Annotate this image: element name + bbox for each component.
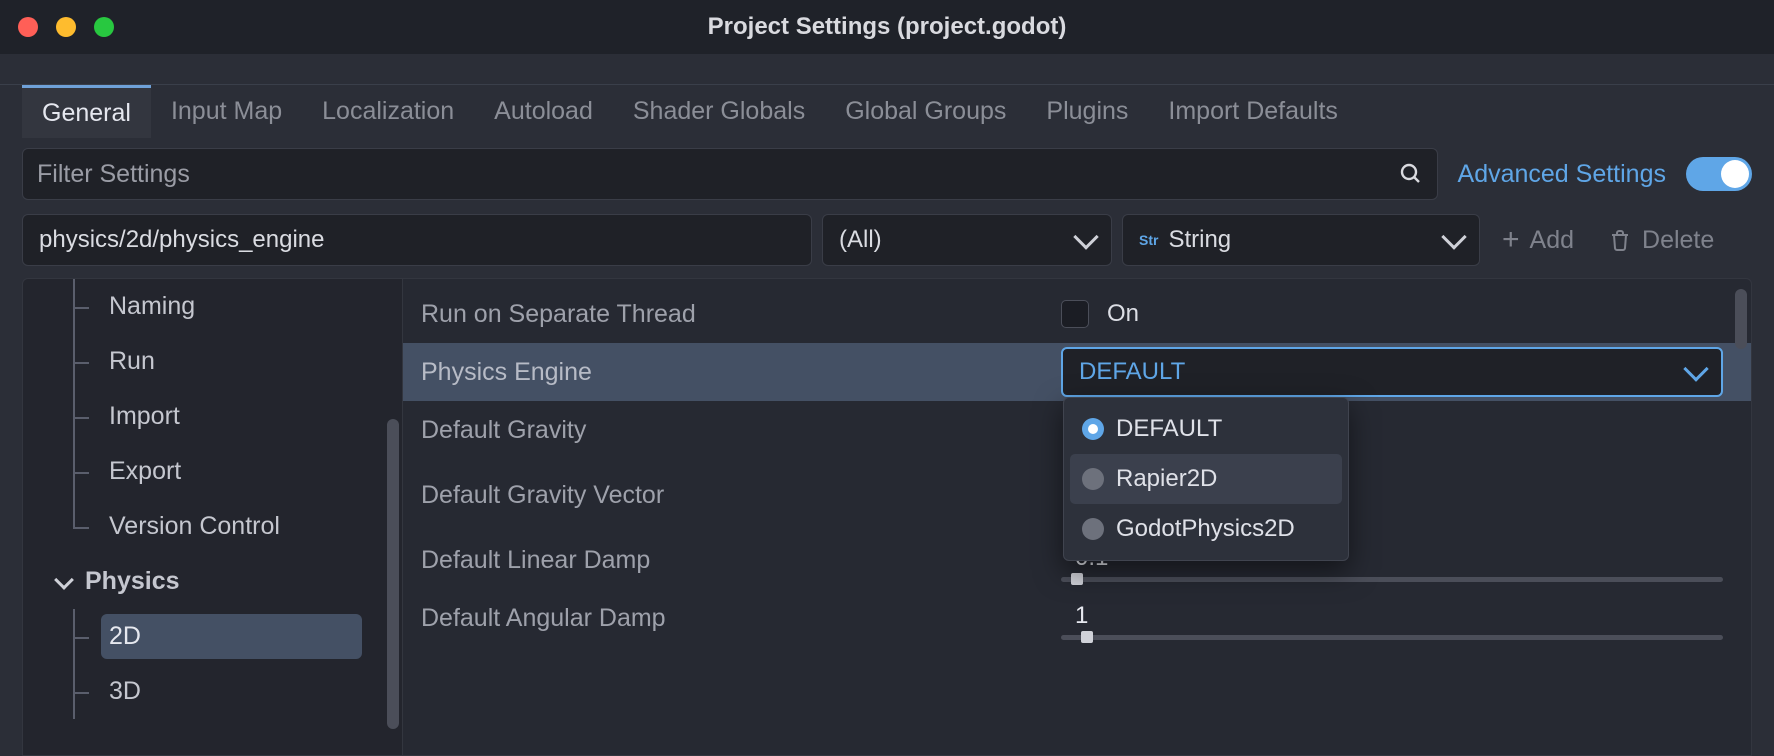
- delete-button[interactable]: Delete: [1596, 214, 1726, 266]
- tab-import-defaults[interactable]: Import Defaults: [1148, 85, 1358, 138]
- option-label: GodotPhysics2D: [1116, 515, 1295, 543]
- property-path-value: physics/2d/physics_engine: [39, 226, 325, 254]
- fullscreen-window-button[interactable]: [94, 17, 114, 37]
- prop-run-on-separate-thread: Run on Separate Thread On: [403, 285, 1751, 343]
- window-title: Project Settings (project.godot): [0, 13, 1774, 41]
- tab-input-map[interactable]: Input Map: [151, 85, 302, 138]
- filter-row: Filter Settings Advanced Settings: [0, 138, 1774, 208]
- chevron-down-icon: [1683, 356, 1708, 381]
- sidebar-item-physics-2d[interactable]: 2D: [23, 609, 402, 664]
- physics-engine-dropdown[interactable]: DEFAULT: [1061, 347, 1723, 397]
- sidebar-item-run[interactable]: Run: [23, 334, 402, 389]
- advanced-settings-toggle[interactable]: [1686, 157, 1752, 191]
- tab-general[interactable]: General: [22, 85, 151, 138]
- scope-value: (All): [839, 226, 882, 254]
- chevron-down-icon: [54, 570, 74, 590]
- delete-label: Delete: [1642, 226, 1714, 255]
- sidebar-item-import[interactable]: Import: [23, 389, 402, 444]
- prop-default-angular-damp: Default Angular Damp 1: [403, 589, 1751, 647]
- run-on-separate-thread-checkbox[interactable]: [1061, 300, 1089, 328]
- content-split: Movie Writer Naming Run Import Export Ve…: [0, 278, 1774, 756]
- sidebar-category-physics[interactable]: Physics: [23, 554, 402, 609]
- property-path-field[interactable]: physics/2d/physics_engine: [22, 214, 812, 266]
- sidebar-scrollbar[interactable]: [387, 419, 399, 729]
- tab-global-groups[interactable]: Global Groups: [825, 85, 1026, 138]
- option-godotphysics2d[interactable]: GodotPhysics2D: [1070, 504, 1342, 554]
- property-panel: Run on Separate Thread On Physics Engine…: [403, 278, 1752, 756]
- add-label: Add: [1530, 226, 1574, 255]
- scope-dropdown[interactable]: (All): [822, 214, 1112, 266]
- chevron-down-icon: [1441, 224, 1466, 249]
- sidebar-item-naming[interactable]: Naming: [23, 279, 402, 334]
- prop-physics-engine: Physics Engine DEFAULT: [403, 343, 1751, 401]
- chevron-down-icon: [1073, 224, 1098, 249]
- option-label: DEFAULT: [1116, 415, 1222, 443]
- close-window-button[interactable]: [18, 17, 38, 37]
- tab-plugins[interactable]: Plugins: [1026, 85, 1148, 138]
- sidebar-item-physics-3d[interactable]: 3D: [23, 664, 402, 719]
- category-sidebar: Movie Writer Naming Run Import Export Ve…: [22, 278, 403, 756]
- angular-damp-slider[interactable]: [1061, 635, 1723, 640]
- minimize-window-button[interactable]: [56, 17, 76, 37]
- radio-icon: [1082, 418, 1104, 440]
- window-controls: [0, 17, 114, 37]
- option-label: Rapier2D: [1116, 465, 1217, 493]
- angular-damp-value: 1: [1075, 602, 1723, 630]
- titlebar: Project Settings (project.godot): [0, 0, 1774, 54]
- physics-engine-options-popup: DEFAULT Rapier2D GodotPhysics2D: [1063, 397, 1349, 561]
- trash-icon: [1608, 228, 1632, 252]
- tab-shader-globals[interactable]: Shader Globals: [613, 85, 825, 138]
- plus-icon: +: [1502, 223, 1520, 257]
- property-panel-scrollbar[interactable]: [1735, 289, 1747, 349]
- slider-thumb[interactable]: [1071, 573, 1083, 585]
- checkbox-label: On: [1107, 300, 1139, 328]
- type-badge: Str: [1139, 232, 1158, 248]
- sidebar-item-export[interactable]: Export: [23, 444, 402, 499]
- physics-engine-value: DEFAULT: [1079, 358, 1185, 386]
- option-default[interactable]: DEFAULT: [1070, 404, 1342, 454]
- type-value: String: [1168, 226, 1231, 254]
- settings-tabs: General Input Map Localization Autoload …: [0, 84, 1774, 138]
- option-rapier2d[interactable]: Rapier2D: [1070, 454, 1342, 504]
- tab-autoload[interactable]: Autoload: [474, 85, 613, 138]
- filter-placeholder: Filter Settings: [37, 160, 190, 189]
- radio-icon: [1082, 468, 1104, 490]
- toggle-knob: [1721, 160, 1749, 188]
- slider-thumb[interactable]: [1081, 631, 1093, 643]
- advanced-settings-label: Advanced Settings: [1458, 160, 1666, 189]
- category-tree: Movie Writer Naming Run Import Export Ve…: [23, 278, 402, 719]
- tab-localization[interactable]: Localization: [302, 85, 474, 138]
- property-path-row: physics/2d/physics_engine (All) Str Stri…: [0, 208, 1774, 278]
- search-icon: [1399, 162, 1423, 186]
- radio-icon: [1082, 518, 1104, 540]
- sidebar-item-version-control[interactable]: Version Control: [23, 499, 402, 554]
- filter-settings-input[interactable]: Filter Settings: [22, 148, 1438, 200]
- project-settings-window: Project Settings (project.godot) General…: [0, 0, 1774, 756]
- type-dropdown[interactable]: Str String: [1122, 214, 1480, 266]
- linear-damp-slider[interactable]: [1061, 577, 1723, 582]
- add-button[interactable]: + Add: [1490, 214, 1586, 266]
